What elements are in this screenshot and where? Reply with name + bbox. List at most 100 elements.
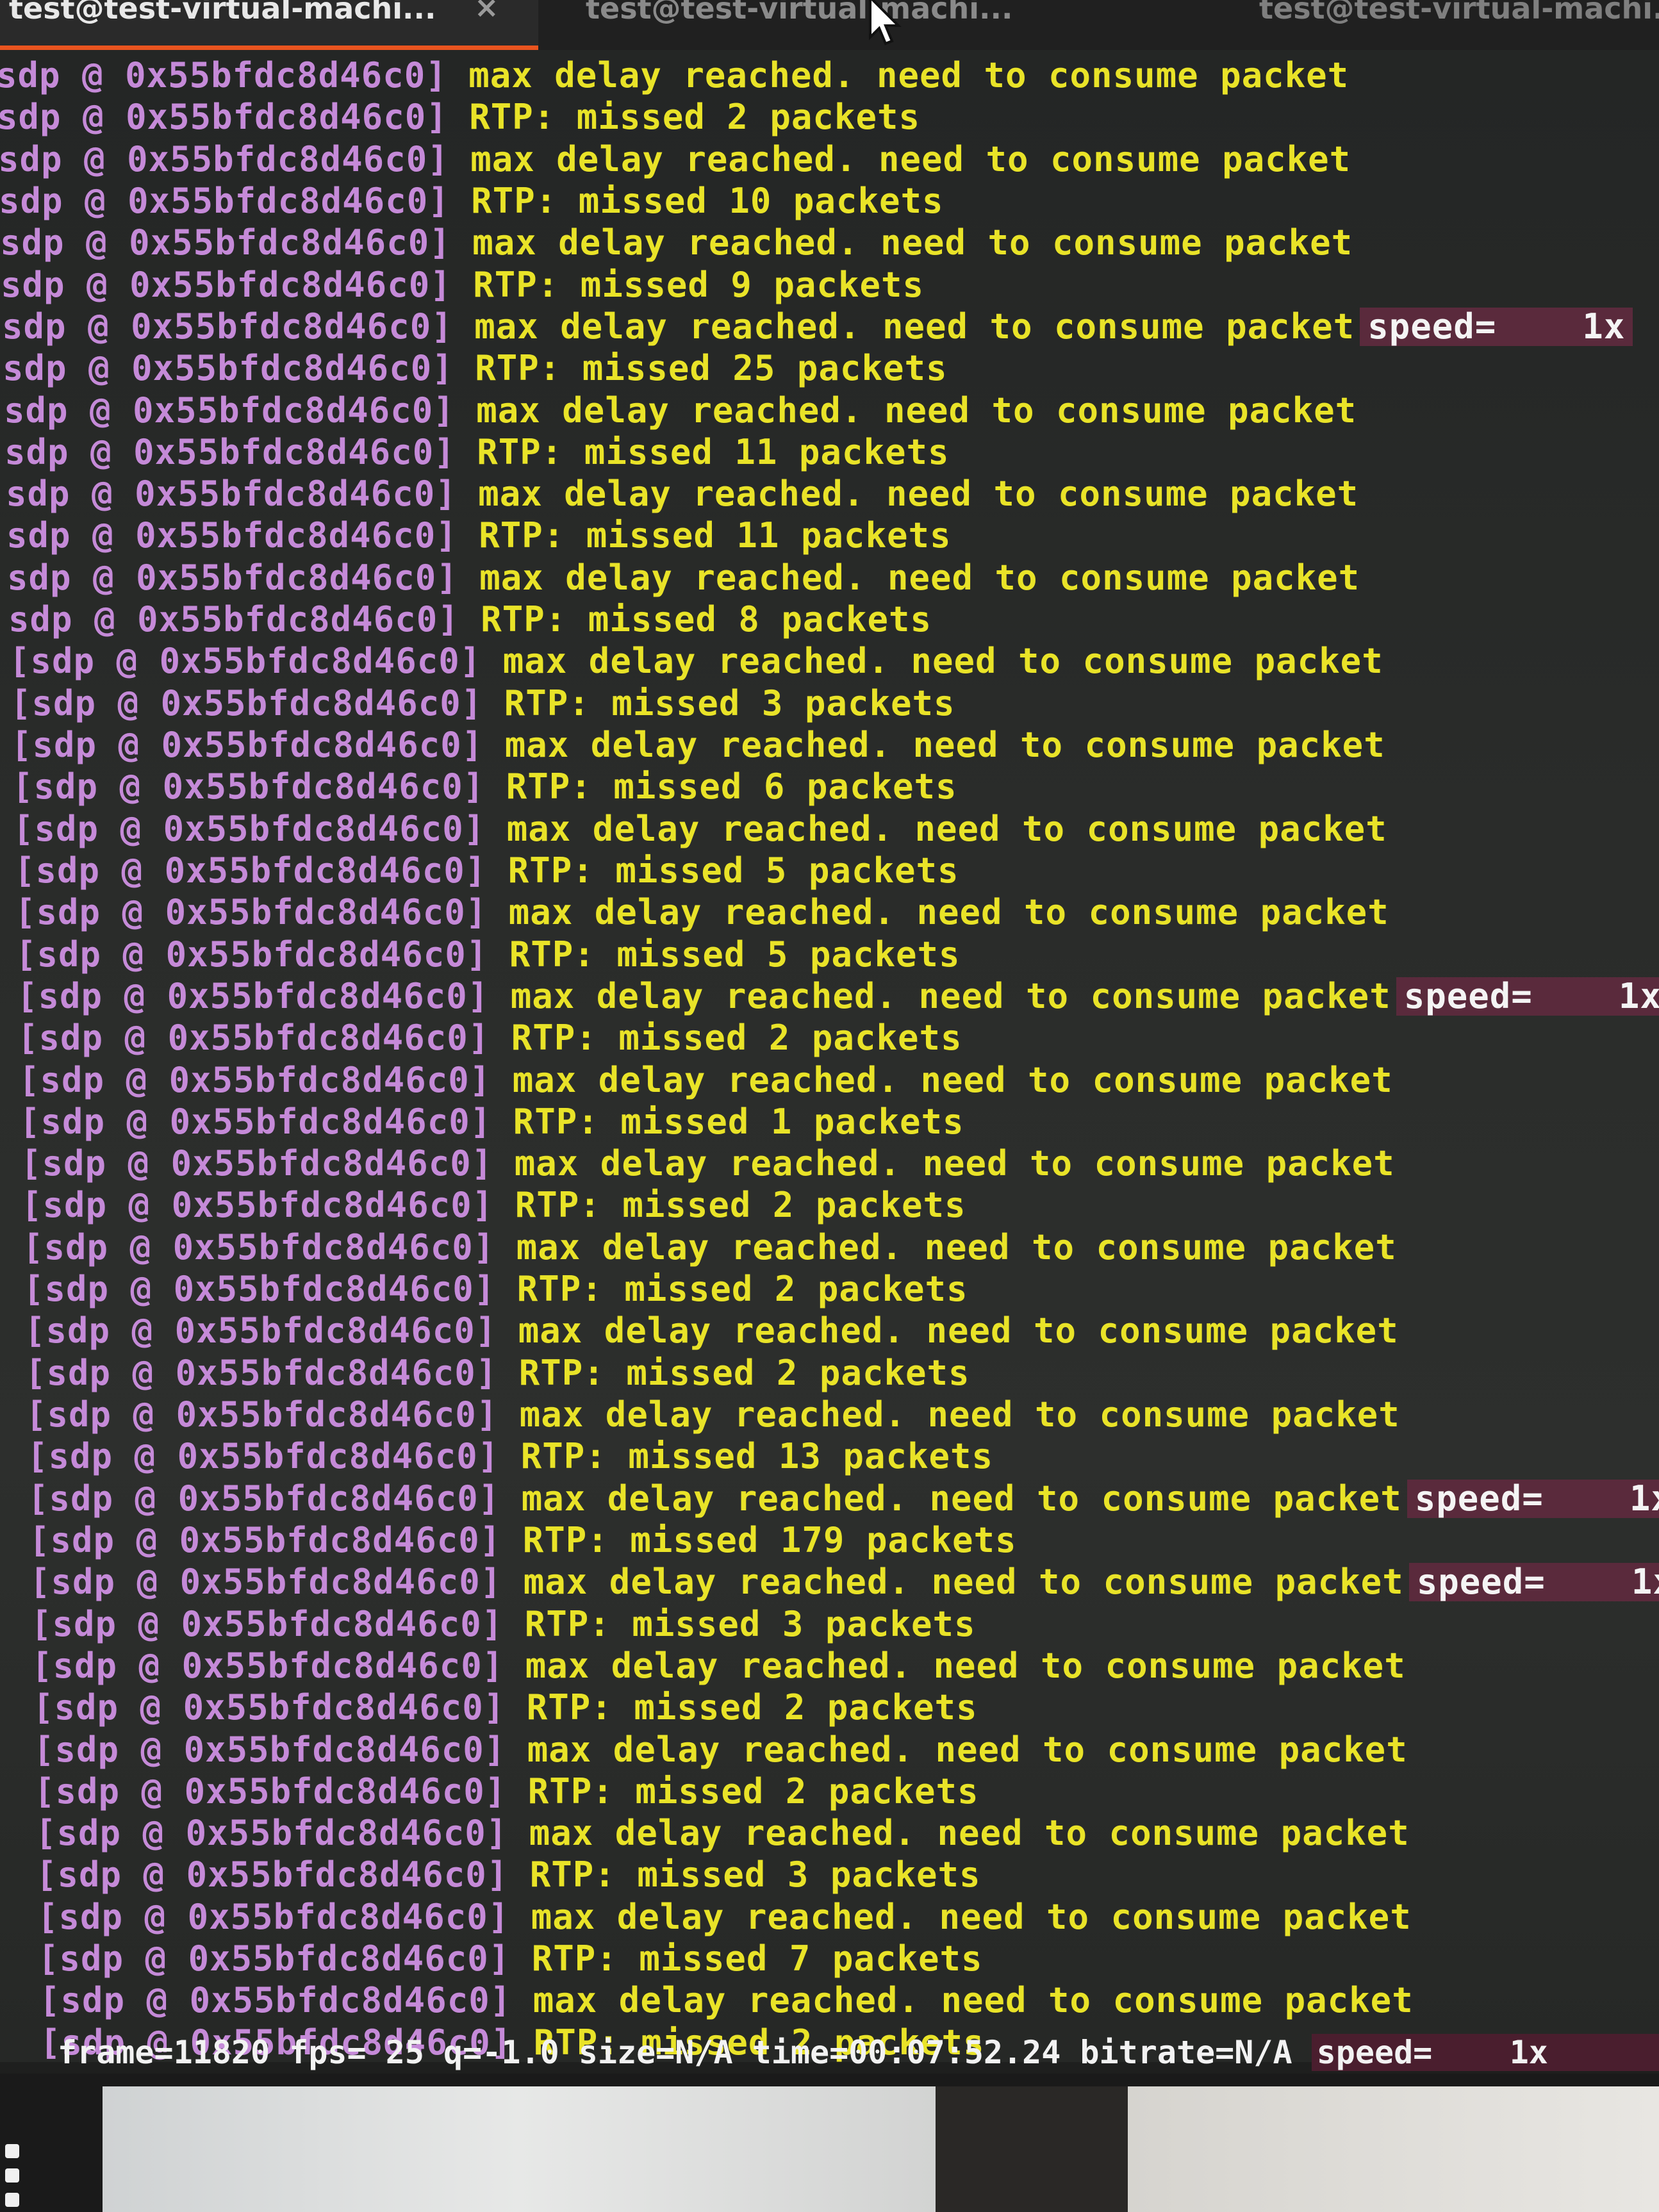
terminal-line: [sdp @ 0x55bfdc8d46c0] RTP: missed 6 pac…	[12, 768, 957, 806]
terminal-line: [sdp @ 0x55bfdc8d46c0] RTP: missed 5 pac…	[14, 852, 959, 890]
ffmpeg-status-line: frame=11820 fps= 25 q=-1.0 size=N/A time…	[58, 2031, 1659, 2074]
terminal-line: [sdp @ 0x55bfdc8d46c0] max delay reached…	[13, 810, 1387, 848]
tab-label: test@test-virtual-machi...	[9, 0, 436, 26]
log-message: RTP: missed 8 packets	[481, 599, 932, 640]
close-icon[interactable]: ×	[474, 0, 499, 24]
log-prefix: sdp @ 0x55bfdc8d46c0]	[1, 265, 452, 305]
tab-terminal-3[interactable]: test@test-virtual-machi...	[1099, 0, 1659, 50]
log-prefix: sdp @ 0x55bfdc8d46c0]	[6, 515, 458, 556]
log-message: RTP: missed 25 packets	[475, 348, 948, 388]
log-message: RTP: missed 3 packets	[524, 1604, 976, 1644]
log-prefix: [sdp @ 0x55bfdc8d46c0]	[24, 1310, 497, 1351]
log-prefix: [sdp @ 0x55bfdc8d46c0]	[13, 809, 486, 849]
log-prefix: sdp @ 0x55bfdc8d46c0]	[3, 348, 454, 388]
log-message: max delay reached. need to consume packe…	[476, 390, 1357, 431]
terminal-line: sdp @ 0x55bfdc8d46c0] max delay reached.…	[0, 224, 1353, 262]
log-prefix: [sdp @ 0x55bfdc8d46c0]	[17, 1018, 490, 1058]
log-prefix: [sdp @ 0x55bfdc8d46c0]	[33, 1687, 506, 1728]
log-message: RTP: missed 5 packets	[508, 850, 959, 891]
terminal-line: sdp @ 0x55bfdc8d46c0] RTP: missed 2 pack…	[0, 98, 920, 136]
log-message: RTP: missed 10 packets	[471, 181, 944, 221]
menu-dots-icon	[5, 2144, 21, 2212]
log-message: max delay reached. need to consume packe…	[527, 1729, 1408, 1770]
log-message: max delay reached. need to consume packe…	[504, 725, 1385, 765]
log-message: max delay reached. need to consume packe…	[532, 1980, 1414, 2020]
terminal-line: [sdp @ 0x55bfdc8d46c0] RTP: missed 2 pac…	[34, 1772, 979, 1811]
terminal-line: [sdp @ 0x55bfdc8d46c0] RTP: missed 2 pac…	[25, 1354, 970, 1392]
terminal-line: [sdp @ 0x55bfdc8d46c0] RTP: missed 1 pac…	[19, 1103, 964, 1141]
log-prefix: [sdp @ 0x55bfdc8d46c0]	[33, 1729, 506, 1770]
mouse-cursor-icon	[869, 0, 902, 45]
speed-indicator: speed= 1x	[1408, 1563, 1659, 1601]
log-prefix: [sdp @ 0x55bfdc8d46c0]	[34, 1771, 507, 1812]
log-prefix: [sdp @ 0x55bfdc8d46c0]	[25, 1353, 498, 1393]
terminal-line: sdp @ 0x55bfdc8d46c0] RTP: missed 10 pac…	[0, 182, 944, 220]
log-prefix: [sdp @ 0x55bfdc8d46c0]	[21, 1143, 493, 1184]
status-text: frame=11820 fps= 25 q=-1.0 size=N/A time…	[58, 2034, 1312, 2071]
log-message: RTP: missed 1 packets	[513, 1102, 964, 1142]
log-message: RTP: missed 11 packets	[479, 515, 952, 556]
terminal-line: [sdp @ 0x55bfdc8d46c0] max delay reached…	[9, 642, 1383, 681]
log-prefix: sdp @ 0x55bfdc8d46c0]	[0, 139, 449, 179]
log-message: max delay reached. need to consume packe…	[523, 1562, 1404, 1602]
log-prefix: sdp @ 0x55bfdc8d46c0]	[7, 557, 458, 598]
desk-background	[0, 2074, 1659, 2212]
log-message: RTP: missed 2 packets	[511, 1018, 962, 1058]
log-message: RTP: missed 2 packets	[527, 1771, 979, 1812]
log-message: max delay reached. need to consume packe…	[506, 809, 1387, 849]
terminal-line: [sdp @ 0x55bfdc8d46c0] max delay reached…	[29, 1563, 1659, 1601]
log-prefix: [sdp @ 0x55bfdc8d46c0]	[21, 1185, 494, 1225]
log-message: RTP: missed 2 packets	[526, 1687, 978, 1728]
log-prefix: [sdp @ 0x55bfdc8d46c0]	[19, 1060, 491, 1100]
log-prefix: [sdp @ 0x55bfdc8d46c0]	[28, 1478, 500, 1519]
terminal-line: [sdp @ 0x55bfdc8d46c0] max delay reached…	[26, 1396, 1400, 1434]
terminal-line: sdp @ 0x55bfdc8d46c0] max delay reached.…	[0, 56, 1349, 95]
terminal-line: sdp @ 0x55bfdc8d46c0] RTP: missed 11 pac…	[4, 433, 950, 472]
status-speed: speed= 1x	[1311, 2034, 1659, 2071]
log-prefix: sdp @ 0x55bfdc8d46c0]	[0, 97, 448, 137]
terminal-line: [sdp @ 0x55bfdc8d46c0] RTP: missed 5 pac…	[15, 936, 961, 974]
log-prefix: sdp @ 0x55bfdc8d46c0]	[8, 599, 459, 640]
log-prefix: [sdp @ 0x55bfdc8d46c0]	[27, 1436, 500, 1476]
log-prefix: sdp @ 0x55bfdc8d46c0]	[6, 474, 457, 514]
log-message: max delay reached. need to consume packe…	[468, 55, 1349, 95]
terminal-line: [sdp @ 0x55bfdc8d46c0] max delay reached…	[35, 1814, 1410, 1853]
terminal-line: [sdp @ 0x55bfdc8d46c0] RTP: missed 3 pac…	[31, 1605, 976, 1644]
log-prefix: sdp @ 0x55bfdc8d46c0]	[4, 390, 455, 431]
log-prefix: [sdp @ 0x55bfdc8d46c0]	[29, 1562, 502, 1602]
log-message: RTP: missed 13 packets	[520, 1436, 994, 1476]
log-message: max delay reached. need to consume packe…	[472, 222, 1353, 263]
terminal-line: [sdp @ 0x55bfdc8d46c0] RTP: missed 3 pac…	[36, 1856, 981, 1894]
terminal-line: [sdp @ 0x55bfdc8d46c0] max delay reached…	[17, 977, 1659, 1016]
log-message: RTP: missed 11 packets	[477, 432, 950, 472]
log-message: RTP: missed 2 packets	[516, 1269, 968, 1309]
log-prefix: sdp @ 0x55bfdc8d46c0]	[0, 55, 447, 95]
terminal-line: [sdp @ 0x55bfdc8d46c0] max delay reached…	[19, 1061, 1393, 1100]
log-message: RTP: missed 9 packets	[473, 265, 924, 305]
tab-label: test@test-virtual-machi...	[1259, 0, 1659, 26]
log-message: max delay reached. need to consume packe…	[512, 1060, 1393, 1100]
log-message: RTP: missed 2 packets	[518, 1353, 970, 1393]
terminal-line: [sdp @ 0x55bfdc8d46c0] RTP: missed 2 pac…	[33, 1688, 978, 1727]
log-message: max delay reached. need to consume packe…	[518, 1310, 1399, 1351]
terminal-output[interactable]: sdp @ 0x55bfdc8d46c0] max delay reached.…	[0, 50, 1659, 2062]
tab-terminal-1[interactable]: test@test-virtual-machi... ×	[0, 0, 538, 50]
terminal-line: sdp @ 0x55bfdc8d46c0] max delay reached.…	[0, 140, 1351, 179]
log-prefix: sdp @ 0x55bfdc8d46c0]	[4, 432, 456, 472]
log-prefix: [sdp @ 0x55bfdc8d46c0]	[38, 1938, 511, 1979]
speed-indicator: speed= 1x	[1407, 1480, 1659, 1518]
terminal-line: [sdp @ 0x55bfdc8d46c0] max delay reached…	[11, 726, 1385, 764]
log-prefix: [sdp @ 0x55bfdc8d46c0]	[11, 725, 484, 765]
log-message: max delay reached. need to consume packe…	[521, 1478, 1402, 1519]
log-message: RTP: missed 3 packets	[504, 683, 955, 723]
log-message: max delay reached. need to consume packe…	[478, 474, 1359, 514]
tab-terminal-2[interactable]: test@test-virtual-machi...	[538, 0, 1099, 50]
desk-paper	[1128, 2086, 1659, 2212]
log-prefix: sdp @ 0x55bfdc8d46c0]	[0, 181, 450, 221]
log-prefix: sdp @ 0x55bfdc8d46c0]	[2, 306, 453, 347]
log-prefix: sdp @ 0x55bfdc8d46c0]	[0, 222, 451, 263]
log-prefix: [sdp @ 0x55bfdc8d46c0]	[17, 976, 490, 1016]
speed-indicator: speed= 1x	[1396, 977, 1659, 1016]
log-prefix: [sdp @ 0x55bfdc8d46c0]	[35, 1813, 508, 1853]
terminal-line: [sdp @ 0x55bfdc8d46c0] RTP: missed 7 pac…	[38, 1940, 983, 1978]
